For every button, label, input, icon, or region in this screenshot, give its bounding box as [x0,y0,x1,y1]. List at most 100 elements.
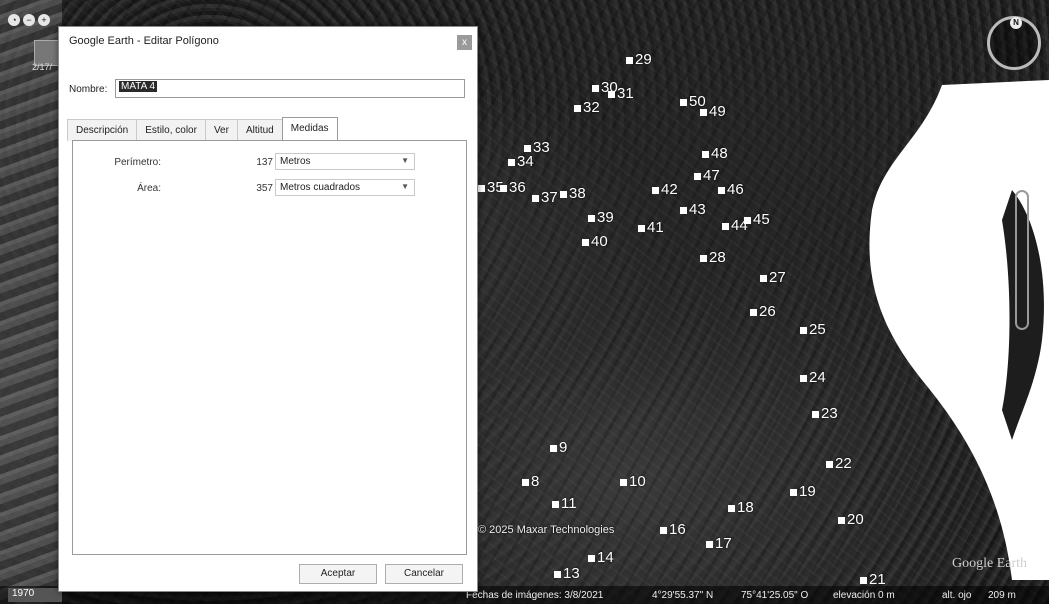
placemark-label: 36 [509,179,526,196]
placemark-13[interactable]: 13 [554,566,580,581]
placemark-26[interactable]: 26 [750,304,776,319]
placemark-pin-icon [838,516,845,524]
area-unit: Metros cuadrados [280,182,361,193]
placemark-20[interactable]: 20 [838,512,864,527]
placemark-pin-icon [652,186,659,194]
tab-estilo-color[interactable]: Estilo, color [136,119,206,141]
placemark-24[interactable]: 24 [800,370,826,385]
placemark-37[interactable]: 37 [532,190,558,205]
eye-altitude-value: 209 m [988,590,1016,601]
compass-icon[interactable]: N [987,16,1041,70]
placemark-8[interactable]: 8 [522,474,539,489]
placemark-21[interactable]: 21 [860,572,886,587]
placemark-23[interactable]: 23 [812,406,838,421]
imagery-date: Fechas de imágenes: 3/8/2021 [466,590,604,601]
tab-altitud[interactable]: Altitud [236,119,283,141]
placemark-38[interactable]: 38 [560,186,586,201]
placemark-label: 27 [769,269,786,286]
placemark-11[interactable]: 11 [552,496,577,511]
placemark-46[interactable]: 46 [718,182,744,197]
placemark-label: 42 [661,181,678,198]
placemark-42[interactable]: 42 [652,182,678,197]
tab-ver[interactable]: Ver [204,119,238,141]
placemark-pin-icon [588,554,595,562]
left-imagery-strip [0,0,62,604]
placemark-pin-icon [722,222,729,230]
placemark-label: 25 [809,321,826,338]
placemark-47[interactable]: 47 [694,168,720,183]
placemark-39[interactable]: 39 [588,210,614,225]
area-unit-select[interactable]: Metros cuadrados ▼ [275,179,415,196]
placemark-pin-icon [592,84,599,92]
cancel-button[interactable]: Cancelar [385,564,463,584]
look-icon[interactable]: ◔ [8,14,20,26]
perimeter-unit-select[interactable]: Metros ▼ [275,153,415,170]
placemark-pin-icon [790,488,797,496]
placemark-16[interactable]: 16 [660,522,686,537]
accept-button[interactable]: Aceptar [299,564,377,584]
placemark-label: 17 [715,535,732,552]
placemark-label: 39 [597,209,614,226]
placemark-31[interactable]: 31 [608,86,634,101]
placemark-pin-icon [812,410,819,418]
placemark-label: 10 [629,473,646,490]
placemark-pin-icon [706,540,713,548]
placemark-45[interactable]: 45 [744,212,770,227]
dialog-title: Google Earth - Editar Polígono [69,35,219,47]
placemark-43[interactable]: 43 [680,202,706,217]
placemark-28[interactable]: 28 [700,250,726,265]
placemark-pin-icon [860,576,867,584]
placemark-17[interactable]: 17 [706,536,732,551]
longitude-readout: 75°41'25.05" O [741,590,809,601]
placemark-label: 34 [517,153,534,170]
placemark-label: 38 [569,185,586,202]
placemark-10[interactable]: 10 [620,474,646,489]
placemark-14[interactable]: 14 [588,550,614,565]
placemark-41[interactable]: 41 [638,220,664,235]
placemark-label: 29 [635,51,652,68]
placemark-27[interactable]: 27 [760,270,786,285]
placemark-pin-icon [760,274,767,282]
placemark-29[interactable]: 29 [626,52,652,67]
placemark-pin-icon [560,190,567,198]
placemark-pin-icon [522,478,529,486]
placemark-pin-icon [700,108,707,116]
tab-descripcion[interactable]: Descripción [67,119,138,141]
placemark-label: 8 [531,473,540,490]
zoom-slider[interactable] [1015,190,1029,330]
name-input[interactable]: MATA 4 [115,79,465,98]
placemark-36[interactable]: 36 [500,180,526,195]
placemark-18[interactable]: 18 [728,500,754,515]
placemark-49[interactable]: 49 [700,104,726,119]
placemark-label: 46 [727,181,744,198]
placemark-40[interactable]: 40 [582,234,608,249]
placemark-label: 26 [759,303,776,320]
perimeter-value: 137 [256,157,273,168]
placemark-32[interactable]: 32 [574,100,600,115]
placemark-pin-icon [532,194,539,202]
historical-imagery-year[interactable]: 1970 [8,588,62,602]
placemark-label: 28 [709,249,726,266]
close-button[interactable]: x [457,35,472,50]
placemark-label: 18 [737,499,754,516]
placemark-pin-icon [588,214,595,222]
chevron-down-icon: ▼ [401,182,409,191]
name-label: Nombre: [69,84,108,95]
placemark-25[interactable]: 25 [800,322,826,337]
placemark-9[interactable]: 9 [550,440,567,455]
tab-medidas[interactable]: Medidas [281,117,338,141]
placemark-22[interactable]: 22 [826,456,852,471]
placemark-pin-icon [750,308,757,316]
placemark-34[interactable]: 34 [508,154,534,169]
zoom-in-icon[interactable]: + [38,14,50,26]
placemark-label: 13 [563,565,580,582]
placemark-pin-icon [554,570,561,578]
placemark-label: 14 [597,549,614,566]
zoom-out-icon[interactable]: − [23,14,35,26]
placemark-pin-icon [524,144,531,152]
placemark-19[interactable]: 19 [790,484,816,499]
placemark-label: 43 [689,201,706,218]
placemark-pin-icon [728,504,735,512]
placemark-label: 9 [559,439,568,456]
placemark-48[interactable]: 48 [702,146,728,161]
